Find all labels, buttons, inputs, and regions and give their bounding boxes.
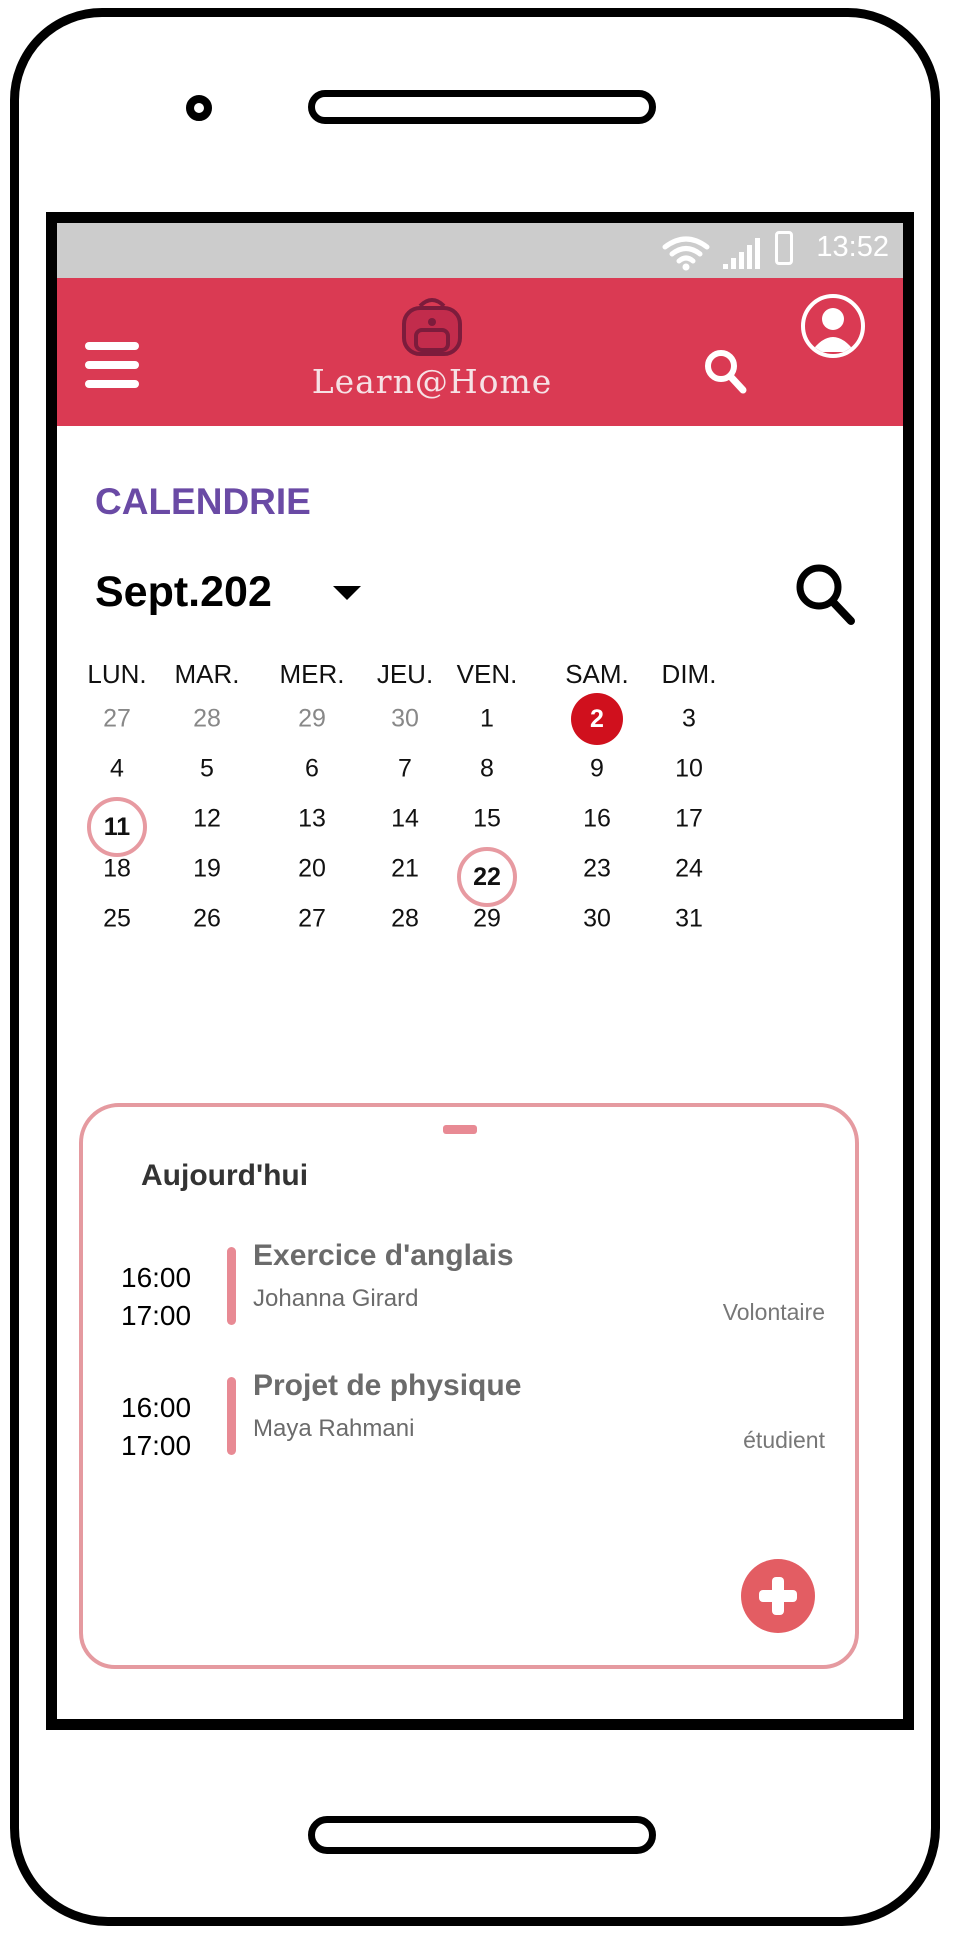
event-role: étudient bbox=[743, 1427, 825, 1453]
app-logo[interactable]: Learn@Home bbox=[297, 296, 567, 416]
agenda-sheet: Aujourd'hui 16:00 17:00 Exercice d'angla… bbox=[79, 1103, 859, 1669]
phone-screen: 13:52 Learn@Home CALENDRIE Sept.202 LUN.… bbox=[46, 212, 914, 1730]
calendar-day[interactable]: 27 bbox=[298, 905, 326, 934]
event-accent-bar bbox=[227, 1247, 236, 1325]
weekday-label: DIM. bbox=[661, 659, 717, 689]
event-role: Volontaire bbox=[722, 1299, 825, 1325]
camera-icon bbox=[186, 95, 212, 121]
calendar-day[interactable]: 26 bbox=[193, 905, 221, 934]
calendar-day[interactable]: 5 bbox=[200, 755, 214, 784]
event-title: Projet de physique bbox=[253, 1369, 522, 1402]
calendar-day[interactable]: 18 bbox=[103, 855, 131, 884]
signal-icon bbox=[723, 238, 760, 269]
calendar-day[interactable]: 14 bbox=[391, 805, 419, 834]
calendar-day[interactable]: 3 bbox=[682, 705, 696, 734]
page-title: CALENDRIE bbox=[95, 481, 311, 522]
calendar-day[interactable]: 30 bbox=[391, 705, 419, 734]
calendar-day[interactable]: 12 bbox=[193, 805, 221, 834]
calendar-day[interactable]: 2 bbox=[571, 693, 623, 745]
calendar-day[interactable]: 10 bbox=[675, 755, 703, 784]
event-person: Johanna Girard bbox=[253, 1285, 419, 1312]
calendar-day[interactable]: 8 bbox=[480, 755, 494, 784]
drag-handle[interactable] bbox=[443, 1125, 477, 1134]
calendar-day[interactable]: 29 bbox=[298, 705, 326, 734]
home-button[interactable] bbox=[308, 1816, 656, 1854]
calendar-day[interactable]: 15 bbox=[473, 805, 501, 834]
user-avatar-icon[interactable] bbox=[801, 294, 865, 358]
calendar-day[interactable]: 27 bbox=[103, 705, 131, 734]
event-time: 16:00 17:00 bbox=[121, 1259, 191, 1335]
calendar-day[interactable]: 9 bbox=[590, 755, 604, 784]
weekday-label: LUN. bbox=[87, 659, 147, 689]
event-end: 17:00 bbox=[121, 1430, 192, 1461]
calendar-day[interactable]: 13 bbox=[298, 805, 326, 834]
agenda-event[interactable]: 16:00 17:00 Projet de physique Maya Rahm… bbox=[83, 1369, 855, 1477]
calendar-day[interactable]: 25 bbox=[103, 905, 131, 934]
calendar-day[interactable]: 28 bbox=[391, 905, 419, 934]
calendar-day[interactable]: 24 bbox=[675, 855, 703, 884]
calendar-day[interactable]: 22 bbox=[457, 847, 517, 907]
calendar-day[interactable]: 19 bbox=[193, 855, 221, 884]
weekday-label: MAR. bbox=[174, 659, 240, 689]
calendar-day[interactable]: 28 bbox=[193, 705, 221, 734]
app-logo-text: Learn@Home bbox=[311, 362, 553, 401]
status-bar: 13:52 bbox=[57, 223, 903, 278]
calendar-day[interactable]: 4 bbox=[110, 755, 124, 784]
agenda-event[interactable]: 16:00 17:00 Exercice d'anglais Johanna G… bbox=[83, 1239, 855, 1347]
add-event-button[interactable] bbox=[741, 1559, 815, 1633]
calendar-day[interactable]: 1 bbox=[480, 705, 494, 734]
wifi-icon bbox=[662, 236, 710, 271]
calendar-day[interactable]: 23 bbox=[583, 855, 611, 884]
event-end: 17:00 bbox=[121, 1300, 192, 1331]
search-icon[interactable] bbox=[703, 348, 747, 394]
speaker-grille bbox=[308, 90, 656, 124]
calendar-day[interactable]: 20 bbox=[298, 855, 326, 884]
battery-icon bbox=[775, 231, 793, 265]
agenda-heading: Aujourd'hui bbox=[141, 1159, 309, 1192]
calendar-day[interactable]: 16 bbox=[583, 805, 611, 834]
event-person: Maya Rahmani bbox=[253, 1415, 415, 1442]
hamburger-menu-icon[interactable] bbox=[85, 342, 139, 388]
event-start: 16:00 bbox=[121, 1262, 192, 1293]
event-title: Exercice d'anglais bbox=[253, 1239, 514, 1272]
calendar-day[interactable]: 29 bbox=[473, 905, 501, 934]
weekday-header: LUN. MAR. MER. JEU. VEN. SAM. DIM. bbox=[57, 659, 903, 699]
calendar-grid: 27 28 29 30 1 2 3 4 5 6 7 8 9 10 11 12 13 14 15 16 17 18 19 20 2… bbox=[57, 693, 903, 963]
calendar-day[interactable]: 17 bbox=[675, 805, 703, 834]
backpack-icon bbox=[402, 298, 462, 356]
weekday-label: JEU. bbox=[376, 659, 434, 689]
calendar-day[interactable]: 6 bbox=[305, 755, 319, 784]
calendar-day[interactable]: 7 bbox=[398, 755, 412, 784]
weekday-label: MER. bbox=[279, 659, 345, 689]
calendar-day[interactable]: 11 bbox=[87, 797, 147, 857]
weekday-label: SAM. bbox=[565, 659, 629, 689]
caret-down-icon[interactable] bbox=[333, 586, 361, 600]
month-selector-label[interactable]: Sept.202 bbox=[95, 568, 272, 617]
status-time: 13:52 bbox=[816, 231, 889, 263]
calendar-search-icon[interactable] bbox=[791, 559, 859, 627]
calendar-day[interactable]: 31 bbox=[675, 905, 703, 934]
event-time: 16:00 17:00 bbox=[121, 1389, 191, 1465]
app-bar: Learn@Home bbox=[57, 278, 903, 426]
calendar-day[interactable]: 21 bbox=[391, 855, 419, 884]
weekday-label: VEN. bbox=[456, 659, 518, 689]
event-accent-bar bbox=[227, 1377, 236, 1455]
calendar-day[interactable]: 30 bbox=[583, 905, 611, 934]
event-start: 16:00 bbox=[121, 1392, 192, 1423]
